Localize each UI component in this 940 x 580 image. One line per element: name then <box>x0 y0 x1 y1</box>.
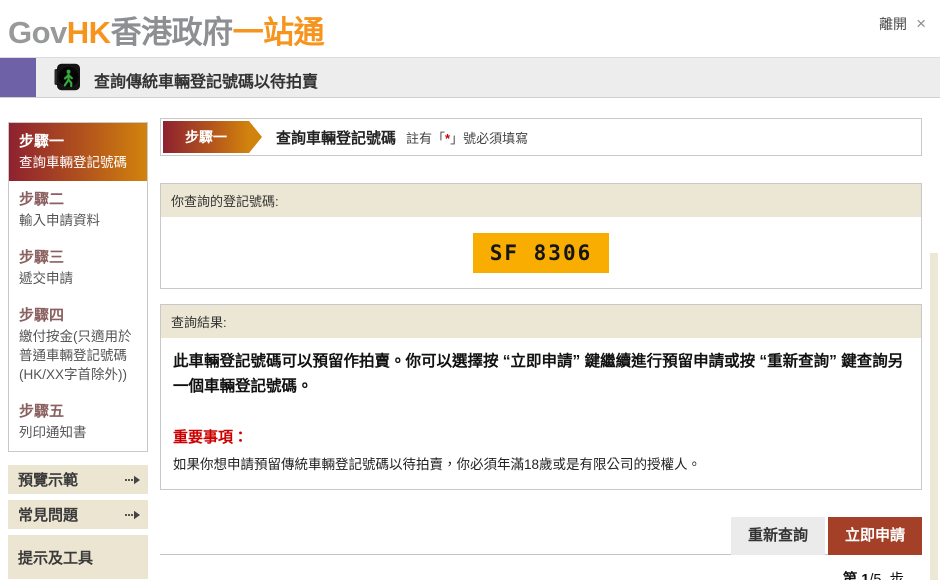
step-title: 步驟一 <box>19 132 137 151</box>
sidebar-step-1: 步驟一 查詢車輛登記號碼 <box>9 123 147 181</box>
query-section: 你查詢的登記號碼: SF 8306 <box>160 183 922 289</box>
sidebar: 步驟一 查詢車輛登記號碼 步驟二 輸入申請資料 步驟三 遞交申請 步驟四 繳付按… <box>8 122 148 579</box>
step-subtitle: 輸入申請資料 <box>19 211 137 230</box>
apply-now-button[interactable]: 立即申請 <box>828 517 922 555</box>
traffic-light-icon <box>54 63 81 91</box>
dashed-arrow-icon <box>125 475 140 485</box>
sidebar-step-3: 步驟三 遞交申請 <box>9 239 147 297</box>
required-note: 註有「*」號必須填寫 <box>406 128 528 147</box>
dashed-arrow-icon <box>125 510 140 520</box>
result-section-header: 查詢結果: <box>161 305 921 338</box>
step-title: 步驟二 <box>19 190 137 209</box>
step-tab: 步驟一 <box>163 121 249 153</box>
sidebar-step-4: 步驟四 繳付按金(只適用於普通車輛登記號碼(HK/XX字首除外)) <box>9 297 147 393</box>
page-title: 查詢傳統車輛登記號碼以待拍賣 <box>94 68 318 92</box>
sidebar-item-label: 提示及工具 <box>18 547 140 568</box>
logo-cn-orange-text: 一站通 <box>233 15 325 50</box>
govhk-logo[interactable]: GovHK香港政府一站通 <box>8 7 324 52</box>
step-title: 步驟三 <box>19 248 137 267</box>
step-indicator: 第 1/5 步 <box>160 568 922 580</box>
result-body: 此車輛登記號碼可以預留作拍賣。你可以選擇按 “立即申請” 鍵繼續進行預留申請或按… <box>161 338 921 489</box>
tab-arrow <box>249 121 262 153</box>
sidebar-item-faq[interactable]: 常見問題 <box>8 500 148 529</box>
sidebar-step-2: 步驟二 輸入申請資料 <box>9 181 147 239</box>
step-subtitle: 繳付按金(只適用於普通車輛登記號碼(HK/XX字首除外)) <box>19 327 137 384</box>
step-title: 步驟五 <box>19 402 137 421</box>
exit-label: 離開 <box>879 14 907 34</box>
action-bar: 重新查詢 立即申請 <box>160 517 922 555</box>
step-subtitle: 列印通知書 <box>19 423 137 442</box>
logo-gov-text: Gov <box>8 15 67 50</box>
step-banner: 步驟一 查詢車輛登記號碼 註有「*」號必須填寫 <box>160 118 922 156</box>
logo-cn-gray-text: 香港政府 <box>111 15 233 50</box>
requery-button[interactable]: 重新查詢 <box>731 517 825 555</box>
query-section-header: 你查詢的登記號碼: <box>161 184 921 217</box>
top-header: GovHK香港政府一站通 離開 × <box>0 0 940 57</box>
purple-accent-block <box>0 58 36 97</box>
logo-hk-text: HK <box>67 15 111 50</box>
sidebar-item-tips[interactable]: 提示及工具 <box>8 535 148 579</box>
result-section: 查詢結果: 此車輛登記號碼可以預留作拍賣。你可以選擇按 “立即申請” 鍵繼續進行… <box>160 304 922 490</box>
service-title-bar: 查詢傳統車輛登記號碼以待拍賣 <box>0 57 940 98</box>
result-text: 此車輛登記號碼可以預留作拍賣。你可以選擇按 “立即申請” 鍵繼續進行預留申請或按… <box>173 350 909 400</box>
right-edge-strip <box>930 253 938 580</box>
step-title: 步驟四 <box>19 306 137 325</box>
sidebar-item-demo[interactable]: 預覽示範 <box>8 465 148 494</box>
sidebar-item-label: 預覽示範 <box>18 469 125 490</box>
plate-area: SF 8306 <box>161 217 921 288</box>
license-plate: SF 8306 <box>473 233 610 273</box>
important-text: 如果你想申請預留傳統車輛登記號碼以待拍賣，你必須年滿18歲或是有限公司的授權人。 <box>173 453 909 481</box>
step-subtitle: 遞交申請 <box>19 269 137 288</box>
main-content: 步驟一 查詢車輛登記號碼 註有「*」號必須填寫 你查詢的登記號碼: SF 830… <box>160 118 922 580</box>
step-subtitle: 查詢車輛登記號碼 <box>19 153 137 172</box>
sidebar-item-label: 常見問題 <box>18 504 125 525</box>
sidebar-steps-box: 步驟一 查詢車輛登記號碼 步驟二 輸入申請資料 步驟三 遞交申請 步驟四 繳付按… <box>8 122 148 452</box>
exit-button[interactable]: 離開 × <box>879 14 926 34</box>
step-heading: 查詢車輛登記號碼 <box>276 127 396 148</box>
close-icon: × <box>916 17 926 31</box>
sidebar-step-5: 步驟五 列印通知書 <box>9 393 147 451</box>
important-title: 重要事項： <box>173 426 909 447</box>
